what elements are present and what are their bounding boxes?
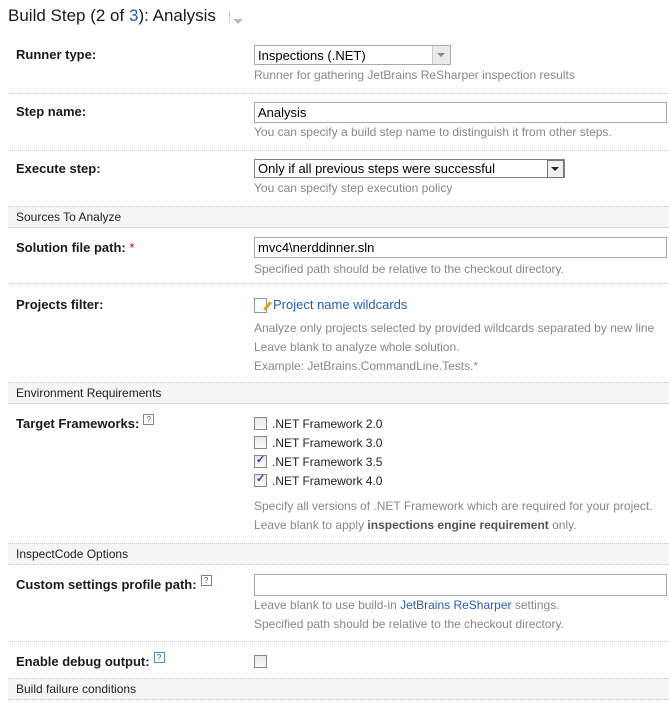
step-name-label: Step name: (16, 104, 87, 119)
help-icon[interactable]: ? (153, 652, 165, 663)
dropdown-menu-icon[interactable] (228, 10, 243, 24)
custom-profile-note-2: Specified path should be relative to the… (254, 617, 564, 631)
runner-type-select[interactable]: Inspections (.NET) (254, 45, 451, 65)
execute-step-value: Only if all previous steps were successf… (258, 161, 495, 176)
runner-type-note: Runner for gathering JetBrains ReSharper… (254, 68, 575, 82)
required-mark: * (129, 240, 135, 255)
note-text: Leave blank to apply (254, 518, 368, 532)
framework-label: .NET Framework 2.0 (272, 416, 383, 431)
section-title: InspectCode Options (16, 547, 129, 561)
note-text: Leave blank to use build-in (254, 598, 401, 612)
framework-3-0-checkbox[interactable]: .NET Framework 3.0 (254, 435, 382, 451)
checkbox-checked-icon[interactable] (254, 472, 267, 488)
note-text: settings. (511, 598, 560, 612)
projects-filter-note-3: Example: JetBrains.CommandLine.Tests.* (254, 359, 479, 373)
checkbox-unchecked-icon[interactable] (254, 655, 267, 669)
title-prefix: Build Step (2 of (8, 6, 129, 25)
framework-label: .NET Framework 3.5 (272, 454, 383, 469)
debug-output-row: Enable debug output:? (8, 642, 669, 678)
custom-profile-label: Custom settings profile path:? (16, 575, 212, 592)
solution-path-label-text: Solution file path: (16, 240, 126, 255)
execute-step-select[interactable]: Only if all previous steps were successf… (254, 159, 565, 178)
section-inspectcode-options: InspectCode Options (8, 543, 669, 565)
section-title: Build failure conditions (16, 682, 137, 696)
project-wildcards-link[interactable]: Project name wildcards (254, 297, 407, 314)
help-icon[interactable]: ? (143, 414, 155, 425)
step-name-input[interactable]: Analysis (254, 102, 667, 123)
note-text: only. (548, 518, 577, 532)
projects-filter-note-2: Leave blank to analyze whole solution. (254, 340, 460, 354)
framework-3-5-checkbox[interactable]: .NET Framework 3.5 (254, 453, 383, 470)
debug-output-checkbox[interactable] (254, 654, 272, 670)
note-bold-text: inspections engine requirement (367, 518, 549, 532)
solution-path-input[interactable]: mvc4\nerddinner.sln (254, 237, 667, 258)
section-build-failure-conditions: Build failure conditions (8, 678, 669, 700)
framework-label: .NET Framework 3.0 (272, 435, 383, 450)
section-title: Environment Requirements (16, 386, 162, 400)
runner-type-value: Inspections (.NET) (258, 48, 366, 63)
custom-profile-note-1: Leave blank to use build-in JetBrains Re… (254, 598, 560, 612)
execute-step-label: Execute step: (16, 161, 101, 176)
target-frameworks-note-2: Leave blank to apply inspections engine … (254, 518, 577, 532)
checkbox-unchecked-icon[interactable] (254, 436, 267, 450)
section-title: Sources To Analyze (16, 210, 122, 224)
page-title: Build Step (2 of 3): Analysis (8, 6, 243, 26)
step-name-note: You can specify a build step name to dis… (254, 125, 612, 139)
target-frameworks-label: Target Frameworks:? (16, 414, 155, 431)
projects-filter-label: Projects filter: (16, 297, 104, 312)
chevron-down-icon[interactable] (432, 46, 450, 64)
solution-path-note: Specified path should be relative to the… (254, 262, 564, 276)
framework-2-0-checkbox[interactable]: .NET Framework 2.0 (254, 416, 382, 432)
title-suffix: ): Analysis (138, 6, 216, 25)
runner-type-label: Runner type: (16, 47, 97, 62)
framework-4-0-checkbox[interactable]: .NET Framework 4.0 (254, 472, 383, 489)
project-wildcards-text[interactable]: Project name wildcards (273, 297, 407, 312)
debug-output-label-text: Enable debug output: (16, 654, 150, 669)
section-environment-requirements: Environment Requirements (8, 382, 669, 404)
checkbox-checked-icon[interactable] (254, 453, 267, 469)
target-frameworks-label-text: Target Frameworks: (16, 416, 140, 431)
section-sources-to-analyze: Sources To Analyze (8, 206, 669, 228)
resharper-link[interactable]: JetBrains ReSharper (400, 598, 511, 612)
help-icon[interactable]: ? (200, 575, 212, 586)
custom-profile-label-text: Custom settings profile path: (16, 577, 197, 592)
debug-output-label: Enable debug output:? (16, 652, 165, 669)
projects-filter-note-1: Analyze only projects selected by provid… (254, 321, 655, 335)
target-frameworks-note-1: Specify all versions of .NET Framework w… (254, 499, 653, 513)
execute-step-note: You can specify step execution policy (254, 181, 453, 195)
chevron-down-icon[interactable] (547, 160, 564, 178)
solution-path-label: Solution file path: * (16, 240, 134, 255)
checkbox-unchecked-icon[interactable] (254, 417, 267, 431)
custom-profile-input[interactable] (254, 574, 667, 596)
framework-label: .NET Framework 4.0 (272, 473, 383, 488)
edit-document-icon (254, 298, 267, 314)
